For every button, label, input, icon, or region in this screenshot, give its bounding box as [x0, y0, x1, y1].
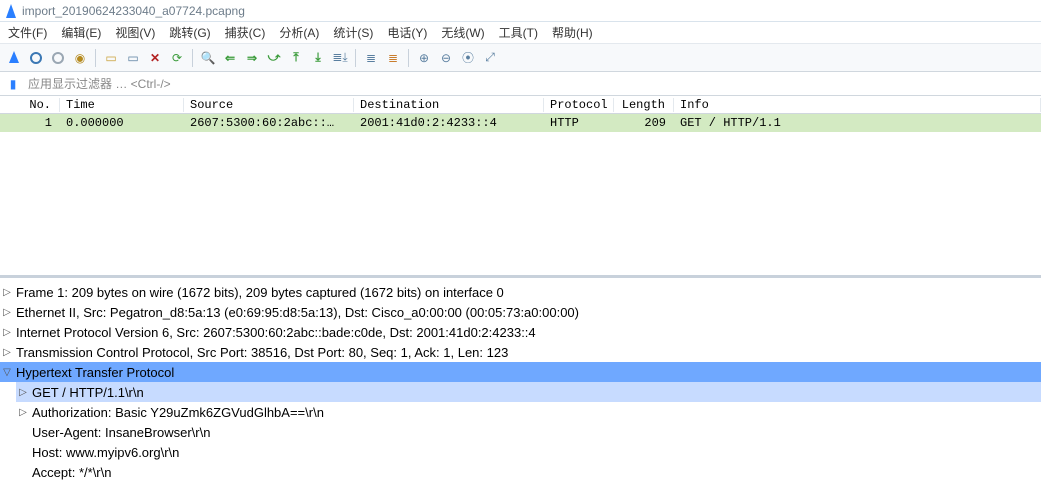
detail-http-authorization[interactable]: ▷ Authorization: Basic Y29uZmk6ZGVudGlhb… — [16, 402, 1041, 422]
jump-button[interactable]: ⤻ — [264, 48, 284, 68]
menu-tools[interactable]: 工具(T) — [499, 24, 538, 41]
col-header-no[interactable]: No. — [0, 98, 60, 112]
cell-time: 0.000000 — [60, 116, 184, 130]
menubar: 文件(F) 编辑(E) 视图(V) 跳转(G) 捕获(C) 分析(A) 统计(S… — [0, 22, 1041, 44]
packet-list-header: No. Time Source Destination Protocol Len… — [0, 96, 1041, 114]
detail-tcp[interactable]: ▷ Transmission Control Protocol, Src Por… — [0, 342, 1041, 362]
cell-info: GET / HTTP/1.1 — [674, 116, 1041, 130]
detail-ipv6[interactable]: ▷ Internet Protocol Version 6, Src: 2607… — [0, 322, 1041, 342]
auto-scroll-button[interactable]: ≣⤓ — [330, 48, 350, 68]
menu-stats[interactable]: 统计(S) — [333, 24, 373, 41]
save-button[interactable]: ▭ — [123, 48, 143, 68]
toolbar: ◉ ▭ ▭ ✕ ⟳ 🔍 ⇐ ⇒ ⤻ ⤒ ⤓ ≣⤓ ≣ ≣ ⊕ ⊖ ⦿ ⤢ — [0, 44, 1041, 72]
menu-telephony[interactable]: 电话(Y) — [387, 24, 427, 41]
capture-options-button[interactable]: ◉ — [70, 48, 90, 68]
cell-proto: HTTP — [544, 116, 614, 130]
open-button[interactable]: ▭ — [101, 48, 121, 68]
next-packet-button[interactable]: ⇒ — [242, 48, 262, 68]
close-button[interactable]: ✕ — [145, 48, 165, 68]
expand-icon[interactable]: ▷ — [16, 387, 30, 398]
packet-list-pane[interactable]: No. Time Source Destination Protocol Len… — [0, 96, 1041, 278]
zoom-out-button[interactable]: ⊖ — [436, 48, 456, 68]
expand-icon[interactable]: ▷ — [0, 327, 14, 338]
cell-len: 209 — [614, 116, 674, 130]
detail-http-accept[interactable]: ▷ Accept: */*\r\n — [16, 462, 1041, 482]
packet-details-pane[interactable]: ▷ Frame 1: 209 bytes on wire (1672 bits)… — [0, 278, 1041, 501]
resize-columns-button[interactable]: ⤢ — [480, 48, 500, 68]
packet-row[interactable]: 1 0.000000 2607:5300:60:2abc::… 2001:41d… — [0, 114, 1041, 132]
col-header-time[interactable]: Time — [60, 98, 184, 112]
detail-http[interactable]: ▽ Hypertext Transfer Protocol — [0, 362, 1041, 382]
menu-view[interactable]: 视图(V) — [115, 24, 155, 41]
colorize-button[interactable]: ≣ — [361, 48, 381, 68]
menu-capture[interactable]: 捕获(C) — [225, 24, 266, 41]
cell-dst: 2001:41d0:2:4233::4 — [354, 116, 544, 130]
window-title: import_20190624233040_a07724.pcapng — [22, 4, 245, 18]
display-filter-input[interactable] — [22, 73, 1041, 95]
prev-packet-button[interactable]: ⇐ — [220, 48, 240, 68]
detail-ethernet[interactable]: ▷ Ethernet II, Src: Pegatron_d8:5a:13 (e… — [0, 302, 1041, 322]
menu-go[interactable]: 跳转(G) — [169, 24, 210, 41]
col-header-src[interactable]: Source — [184, 98, 354, 112]
filter-bookmark-icon[interactable]: ▮ — [4, 75, 22, 93]
toolbar-separator — [355, 49, 356, 67]
expand-icon[interactable]: ▷ — [0, 307, 14, 318]
detail-http-user-agent[interactable]: ▷ User-Agent: InsaneBrowser\r\n — [16, 422, 1041, 442]
display-filter-bar: ▮ — [0, 72, 1041, 96]
cell-no: 1 — [0, 116, 60, 130]
toolbar-separator — [408, 49, 409, 67]
reload-button[interactable]: ⟳ — [167, 48, 187, 68]
stop-capture-button[interactable] — [26, 48, 46, 68]
zoom-reset-button[interactable]: ⦿ — [458, 48, 478, 68]
last-packet-button[interactable]: ⤓ — [308, 48, 328, 68]
col-header-proto[interactable]: Protocol — [544, 98, 614, 112]
detail-frame[interactable]: ▷ Frame 1: 209 bytes on wire (1672 bits)… — [0, 282, 1041, 302]
col-header-info[interactable]: Info — [674, 98, 1041, 112]
autoscroll-live-button[interactable]: ≣ — [383, 48, 403, 68]
collapse-icon[interactable]: ▽ — [0, 367, 14, 378]
toolbar-separator — [95, 49, 96, 67]
menu-analyze[interactable]: 分析(A) — [279, 24, 319, 41]
app-icon — [6, 4, 16, 18]
menu-help[interactable]: 帮助(H) — [552, 24, 593, 41]
titlebar: import_20190624233040_a07724.pcapng — [0, 0, 1041, 22]
expand-icon[interactable]: ▷ — [0, 347, 14, 358]
first-packet-button[interactable]: ⤒ — [286, 48, 306, 68]
detail-http-host[interactable]: ▷ Host: www.myipv6.org\r\n — [16, 442, 1041, 462]
find-button[interactable]: 🔍 — [198, 48, 218, 68]
zoom-in-button[interactable]: ⊕ — [414, 48, 434, 68]
toolbar-separator — [192, 49, 193, 67]
expand-icon[interactable]: ▷ — [16, 407, 30, 418]
col-header-len[interactable]: Length — [614, 98, 674, 112]
menu-file[interactable]: 文件(F) — [8, 24, 47, 41]
menu-wireless[interactable]: 无线(W) — [441, 24, 484, 41]
menu-edit[interactable]: 编辑(E) — [61, 24, 101, 41]
col-header-dst[interactable]: Destination — [354, 98, 544, 112]
detail-http-request-line[interactable]: ▷ GET / HTTP/1.1\r\n — [16, 382, 1041, 402]
restart-capture-button[interactable] — [48, 48, 68, 68]
start-capture-button[interactable] — [4, 48, 24, 68]
expand-icon[interactable]: ▷ — [0, 287, 14, 298]
cell-src: 2607:5300:60:2abc::… — [184, 116, 354, 130]
